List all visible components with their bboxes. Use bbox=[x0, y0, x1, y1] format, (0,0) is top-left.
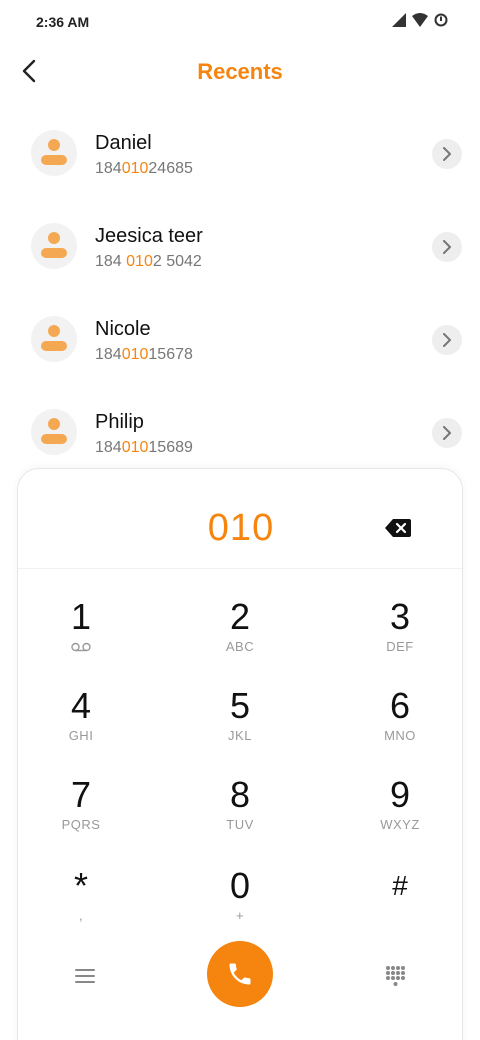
menu-button[interactable] bbox=[70, 961, 100, 991]
key-digit: 7 bbox=[70, 774, 92, 815]
page-title: Recents bbox=[197, 59, 283, 84]
signal-icon bbox=[392, 13, 406, 27]
avatar bbox=[31, 223, 77, 269]
key-letters: + bbox=[235, 908, 245, 923]
contact-row-philip[interactable]: Philip 18401015689 bbox=[0, 389, 480, 479]
key-letters: MNO bbox=[384, 728, 416, 743]
key-star[interactable]: * , bbox=[21, 866, 141, 946]
contact-number: 184 0102 5042 bbox=[95, 253, 202, 270]
key-6[interactable]: 6 MNO bbox=[340, 686, 460, 766]
key-letters: TUV bbox=[226, 817, 254, 832]
avatar bbox=[31, 409, 77, 455]
dialer-actions bbox=[18, 939, 464, 1019]
contact-name: Philip bbox=[95, 411, 144, 433]
header: Recents bbox=[0, 50, 480, 94]
key-0[interactable]: 0 + bbox=[180, 866, 300, 946]
contact-name: Jeesica teer bbox=[95, 225, 203, 247]
status-icons bbox=[392, 13, 448, 27]
key-7[interactable]: 7 PQRS bbox=[21, 775, 141, 855]
voicemail-icon bbox=[71, 642, 91, 652]
key-3[interactable]: 3 DEF bbox=[340, 597, 460, 677]
contact-details-button[interactable] bbox=[432, 232, 462, 262]
contact-row-daniel[interactable]: Daniel 18401024685 bbox=[0, 110, 480, 200]
dialpad-icon bbox=[386, 966, 405, 986]
chevron-right-icon bbox=[443, 333, 451, 347]
key-digit: 2 bbox=[229, 596, 251, 637]
key-digit: 4 bbox=[70, 685, 92, 726]
key-digit: 8 bbox=[229, 774, 251, 815]
key-8[interactable]: 8 TUV bbox=[180, 775, 300, 855]
contact-row-jeesica[interactable]: Jeesica teer 184 0102 5042 bbox=[0, 203, 480, 293]
key-digit: 0 bbox=[229, 865, 251, 906]
contact-details-button[interactable] bbox=[432, 325, 462, 355]
key-letters bbox=[21, 639, 141, 655]
key-letters: GHI bbox=[68, 728, 94, 743]
contact-details-button[interactable] bbox=[432, 418, 462, 448]
chevron-right-icon bbox=[443, 426, 451, 440]
key-letters: , bbox=[78, 908, 84, 923]
backspace-icon bbox=[385, 519, 411, 537]
key-digit: 3 bbox=[389, 596, 411, 637]
phone-icon bbox=[229, 963, 251, 985]
chevron-right-icon bbox=[443, 147, 451, 161]
key-4[interactable]: 4 GHI bbox=[21, 686, 141, 766]
key-hash[interactable]: # bbox=[340, 866, 460, 946]
avatar bbox=[31, 130, 77, 176]
call-button[interactable] bbox=[207, 941, 273, 1007]
status-time: 2:36 AM bbox=[36, 14, 90, 30]
contact-name: Nicole bbox=[95, 318, 151, 340]
key-digit: # bbox=[392, 870, 408, 901]
chevron-right-icon bbox=[443, 240, 451, 254]
key-digit: 1 bbox=[70, 596, 92, 637]
key-2[interactable]: 2 ABC bbox=[180, 597, 300, 677]
key-digit: 6 bbox=[389, 685, 411, 726]
status-bar: 2:36 AM bbox=[0, 0, 480, 44]
key-1[interactable]: 1 bbox=[21, 597, 141, 677]
dialpad-toggle-button[interactable] bbox=[380, 961, 410, 991]
contact-number: 18401015678 bbox=[95, 346, 193, 363]
contact-number: 18401015689 bbox=[95, 439, 193, 456]
key-9[interactable]: 9 WXYZ bbox=[340, 775, 460, 855]
backspace-button[interactable] bbox=[384, 517, 412, 539]
menu-icon bbox=[75, 969, 95, 983]
key-letters: JKL bbox=[228, 728, 252, 743]
battery-icon bbox=[434, 13, 448, 27]
contact-number: 18401024685 bbox=[95, 160, 193, 177]
avatar bbox=[31, 316, 77, 362]
key-letters: PQRS bbox=[61, 817, 101, 832]
dialer-panel: 010 1 2 ABC 3 DEF 4 GHI 5 JKL 6 MNO 7 PQ… bbox=[17, 468, 464, 1040]
contact-row-nicole[interactable]: Nicole 18401015678 bbox=[0, 296, 480, 386]
dial-display: 010 bbox=[18, 469, 464, 569]
key-letters: DEF bbox=[386, 639, 414, 654]
key-letters: ABC bbox=[225, 639, 255, 654]
key-digit: * bbox=[73, 865, 88, 906]
key-5[interactable]: 5 JKL bbox=[180, 686, 300, 766]
contact-name: Daniel bbox=[95, 132, 152, 154]
key-digit: 5 bbox=[229, 685, 251, 726]
wifi-icon bbox=[412, 13, 428, 27]
key-letters bbox=[340, 908, 460, 924]
key-digit: 9 bbox=[389, 774, 411, 815]
contact-details-button[interactable] bbox=[432, 139, 462, 169]
key-letters: WXYZ bbox=[380, 817, 420, 832]
